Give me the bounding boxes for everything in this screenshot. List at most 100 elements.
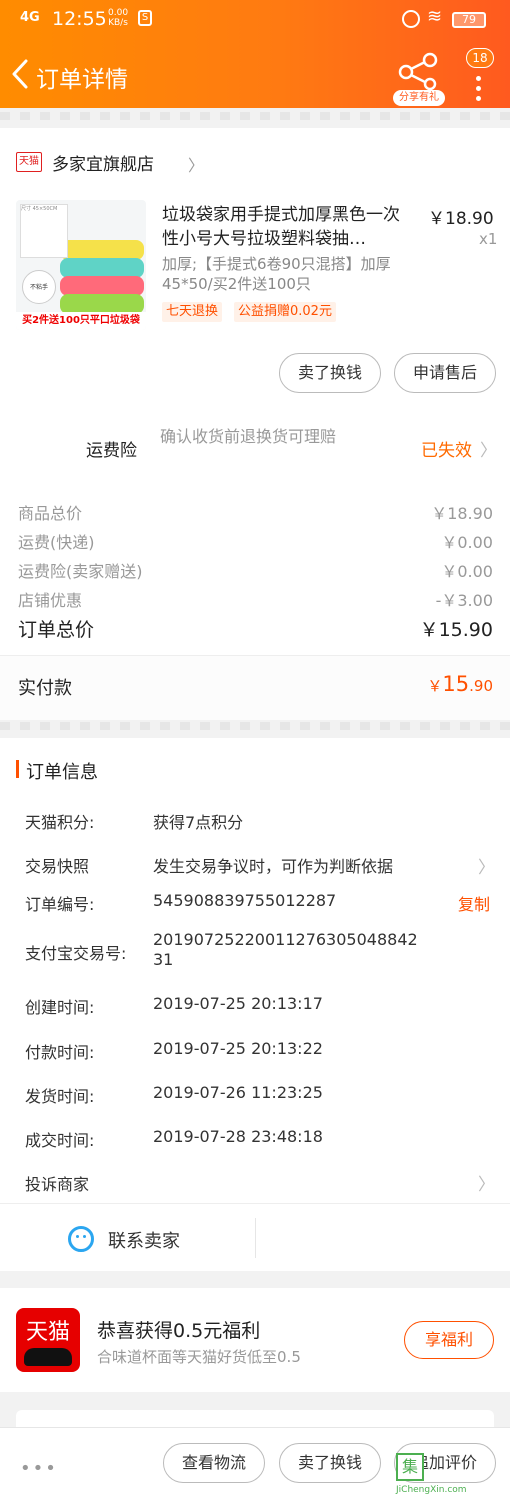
image-caption: 买2件送100只平口垃圾袋 bbox=[16, 312, 146, 330]
chevron-right-icon: 〉 bbox=[480, 441, 497, 461]
roll-pink bbox=[60, 276, 144, 296]
info-value: 2019-07-25 20:13:22 bbox=[153, 1039, 323, 1058]
cost-label: 商品总价 bbox=[18, 504, 83, 523]
paid-label: 实付款 bbox=[18, 678, 72, 699]
network-speed: 0.00 KB/s bbox=[108, 8, 128, 28]
roll-yellow bbox=[60, 240, 144, 260]
tmall-tag: 天猫 bbox=[16, 152, 42, 172]
service-tag-return: 七天退换 bbox=[162, 302, 223, 322]
battery-icon: 79 bbox=[452, 12, 486, 28]
info-label: 成交时间: bbox=[25, 1131, 95, 1150]
order-total-label: 订单总价 bbox=[18, 619, 95, 641]
info-label: 创建时间: bbox=[25, 998, 95, 1017]
cost-value: ￥0.00 bbox=[441, 562, 493, 581]
product-sku: 加厚;【手提式6卷90只混搭】加厚45*50/买2件送100只 bbox=[162, 255, 391, 293]
claim-benefit-button[interactable]: 享福利 bbox=[404, 1321, 494, 1359]
heading-accent bbox=[16, 760, 19, 778]
next-card-edge bbox=[16, 1410, 494, 1427]
contact-seller-label: 联系卖家 bbox=[108, 1231, 180, 1252]
more-menu-button[interactable]: 18 bbox=[462, 48, 498, 102]
watermark-logo: 集 bbox=[396, 1453, 424, 1481]
cost-label: 店铺优惠 bbox=[18, 591, 83, 610]
share-label: 分享有礼 bbox=[393, 90, 445, 106]
more-icon bbox=[476, 76, 482, 106]
product-quantity: x1 bbox=[479, 230, 498, 248]
logo-text: 天猫 bbox=[25, 1320, 70, 1345]
order-number: 545908839755012287 bbox=[153, 891, 337, 910]
speed-unit: KB/s bbox=[108, 18, 128, 28]
watermark: 集 JiChengXin.com bbox=[396, 1445, 506, 1495]
share-icon bbox=[398, 52, 438, 91]
paid-amount: ￥15.90 bbox=[427, 672, 493, 696]
service-tag-charity: 公益捐赠0.02元 bbox=[234, 302, 336, 322]
top-header: 4G 12:55 0.00 KB/s S ≋ 79 订单详情 分享有礼 18 bbox=[0, 0, 510, 108]
cost-value: ￥0.00 bbox=[441, 533, 493, 552]
nav-bar: 订单详情 分享有礼 18 bbox=[0, 40, 510, 108]
product-price: ￥18.90 bbox=[428, 209, 494, 229]
chevron-right-icon: 〉 bbox=[188, 156, 205, 175]
wifi-icon: ≋ bbox=[427, 6, 443, 27]
zigzag-divider bbox=[0, 112, 510, 120]
chevron-right-icon: 〉 bbox=[478, 858, 495, 878]
info-value: 发生交易争议时，可作为判断依据 bbox=[153, 857, 394, 876]
promo-subtitle: 合味道杯面等天猫好货低至0.5 bbox=[97, 1348, 301, 1366]
chevron-right-icon: 〉 bbox=[478, 1175, 495, 1195]
info-label: 订单编号: bbox=[25, 895, 95, 914]
message-count-badge: 18 bbox=[466, 48, 494, 68]
paid-int: 15 bbox=[442, 672, 470, 696]
contact-seller-row: 联系卖家 bbox=[0, 1203, 510, 1271]
complain-label: 投诉商家 bbox=[25, 1175, 90, 1194]
after-sale-button[interactable]: 申请售后 bbox=[394, 353, 496, 393]
watermark-url: JiChengXin.com bbox=[396, 1485, 467, 1495]
info-value: 2019-07-26 11:23:25 bbox=[153, 1083, 323, 1102]
info-value: 2019-07-25 20:13:17 bbox=[153, 994, 323, 1013]
image-badge: 不粘手 bbox=[22, 270, 56, 304]
logo-cat-face bbox=[24, 1348, 72, 1366]
cost-value: ￥18.90 bbox=[431, 504, 493, 523]
view-logistics-button[interactable]: 查看物流 bbox=[163, 1443, 265, 1483]
zigzag-divider bbox=[0, 722, 510, 730]
promo-card: 天猫 恭喜获得0.5元福利 合味道杯面等天猫好货低至0.5 享福利 bbox=[0, 1288, 510, 1392]
copy-button[interactable]: 复制 bbox=[458, 891, 490, 915]
tmall-logo: 天猫 bbox=[16, 1308, 80, 1372]
alarm-icon bbox=[402, 10, 420, 28]
sim-icon: S bbox=[138, 10, 152, 26]
info-label: 交易快照 bbox=[25, 857, 90, 876]
shop-name: 多家宜旗舰店 bbox=[52, 155, 154, 175]
more-actions-button[interactable]: ••• bbox=[20, 1458, 58, 1479]
divider bbox=[255, 1218, 256, 1258]
info-label: 付款时间: bbox=[25, 1043, 95, 1062]
insurance-desc: 确认收货前退换货可理赔 bbox=[160, 427, 337, 446]
cost-label: 运费险(卖家赠送) bbox=[18, 562, 143, 581]
alipay-trade-number: 20190725220011276305048842 31 bbox=[153, 930, 418, 969]
share-button[interactable]: 分享有礼 bbox=[392, 50, 446, 106]
info-label: 发货时间: bbox=[25, 1087, 95, 1106]
info-value: 2019-07-28 23:48:18 bbox=[153, 1127, 323, 1146]
status-time: 12:55 bbox=[52, 8, 107, 30]
insurance-label: 运费险 bbox=[86, 441, 137, 461]
paid-dec: .90 bbox=[469, 677, 493, 695]
back-arrow-icon[interactable] bbox=[8, 57, 32, 91]
roll-green bbox=[60, 294, 144, 314]
speed-value: 0.00 bbox=[108, 8, 129, 18]
info-label: 支付宝交易号: bbox=[25, 944, 127, 963]
spec-card: 尺寸 45×50CM bbox=[20, 204, 68, 258]
sell-button[interactable]: 卖了换钱 bbox=[279, 1443, 381, 1483]
product-title[interactable]: 垃圾袋家用手提式加厚黑色一次性小号大号拉圾塑料袋抽… bbox=[162, 203, 412, 251]
insurance-status: 已失效 bbox=[421, 441, 472, 461]
chat-icon bbox=[68, 1226, 94, 1252]
page-title: 订单详情 bbox=[36, 67, 128, 93]
info-value: 获得7点积分 bbox=[153, 813, 244, 832]
status-bar: 4G 12:55 0.00 KB/s S ≋ 79 bbox=[0, 0, 510, 38]
cost-value: -￥3.00 bbox=[435, 591, 493, 610]
order-info-title: 订单信息 bbox=[26, 762, 98, 783]
promo-title: 恭喜获得0.5元福利 bbox=[97, 1320, 261, 1342]
signal-indicator: 4G bbox=[20, 10, 40, 25]
contact-seller-button[interactable]: 联系卖家 bbox=[0, 1204, 255, 1272]
roll-teal bbox=[60, 258, 144, 278]
info-label: 天猫积分: bbox=[25, 813, 95, 832]
sell-button[interactable]: 卖了换钱 bbox=[279, 353, 381, 393]
cost-label: 运费(快递) bbox=[18, 533, 95, 552]
product-image[interactable]: 尺寸 45×50CM 不粘手 买2件送100只平口垃圾袋 bbox=[16, 200, 146, 330]
paid-currency: ￥ bbox=[427, 677, 443, 695]
